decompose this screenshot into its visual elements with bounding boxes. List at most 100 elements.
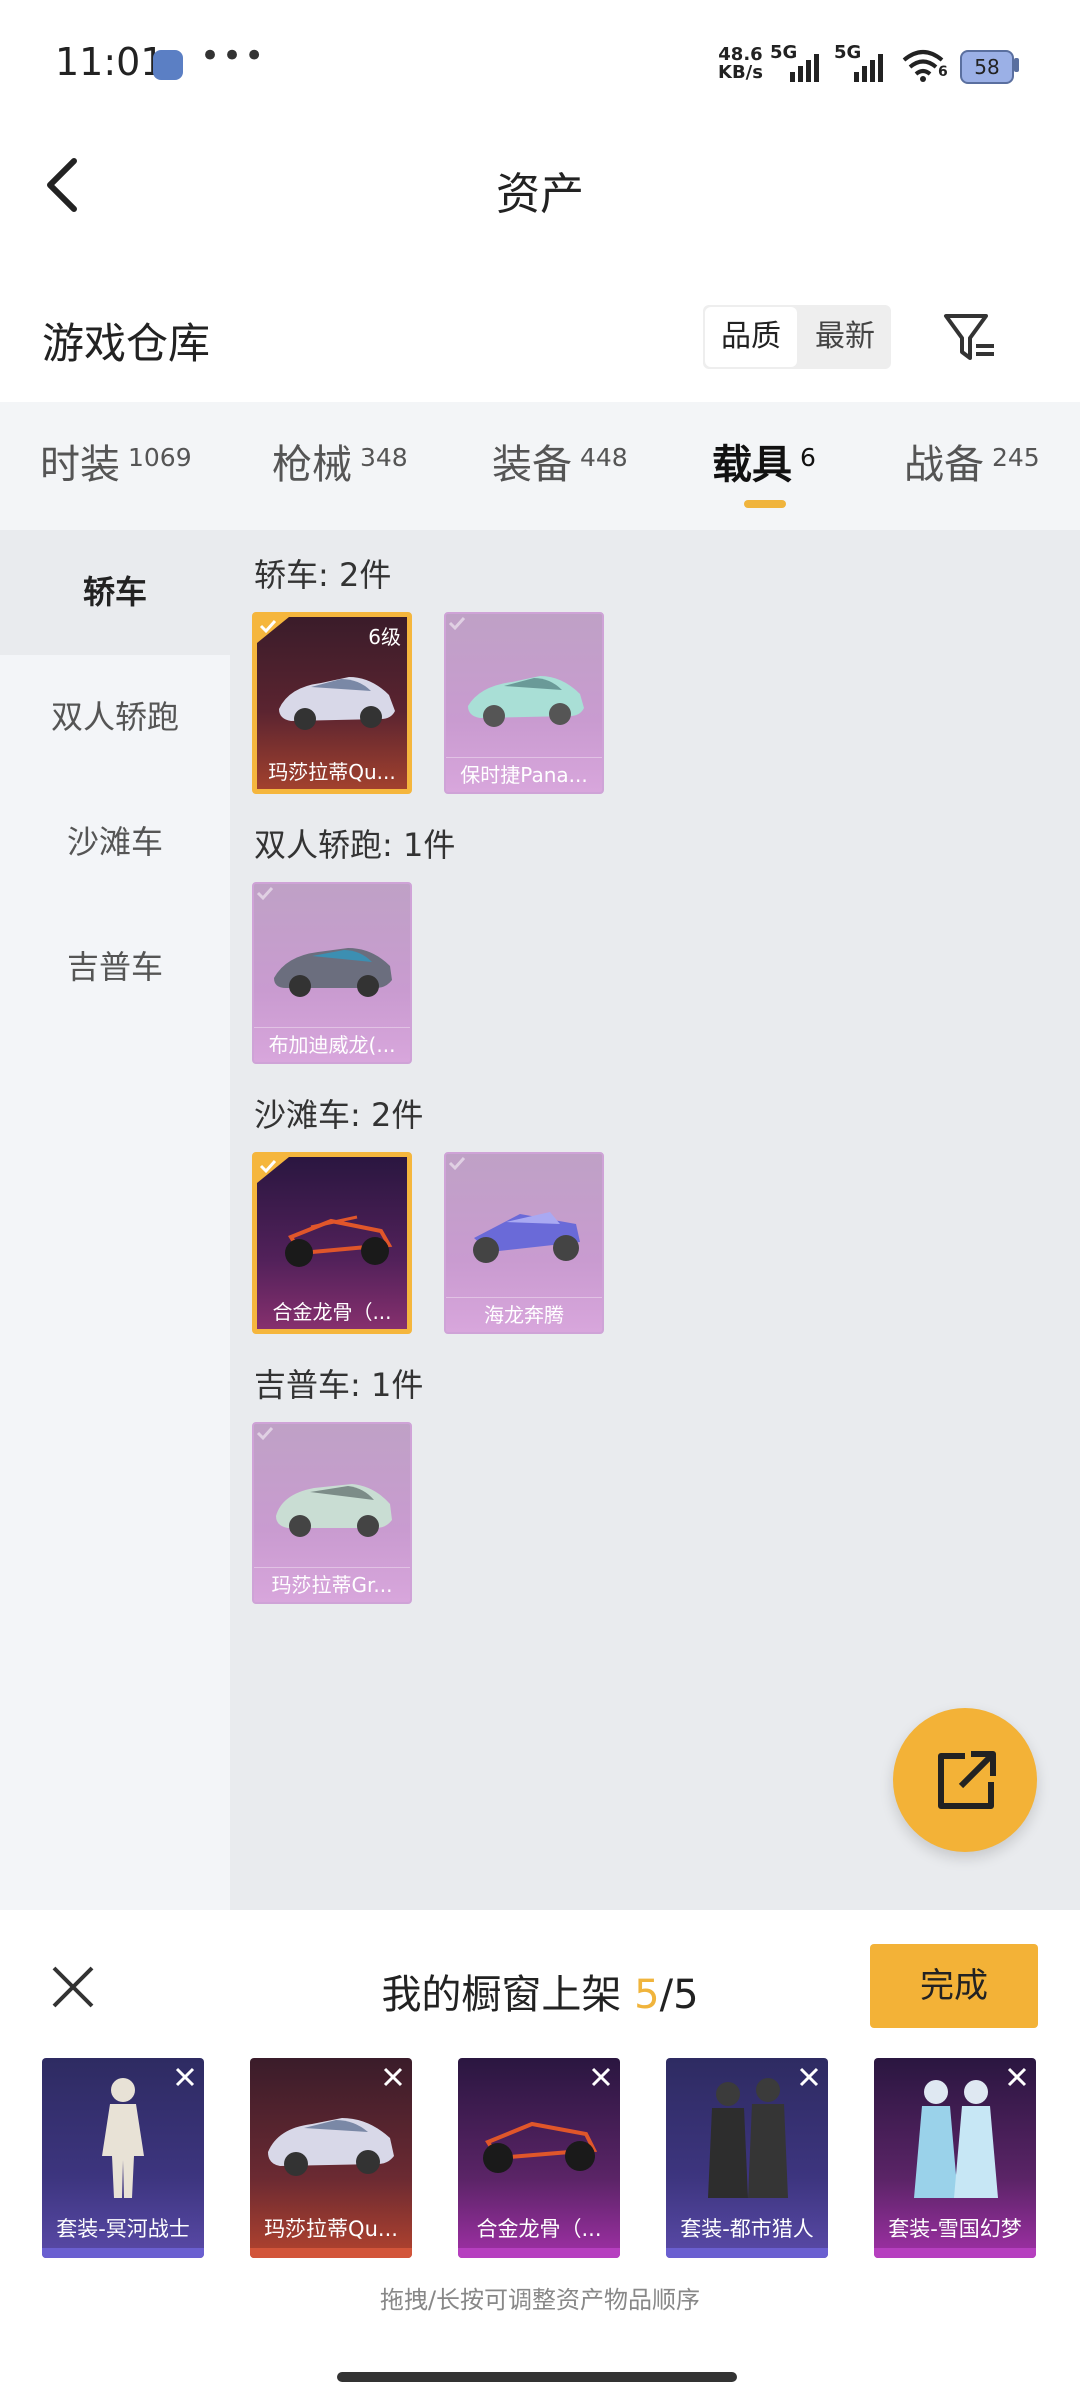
sort-toggle: 品质 最新 [703,305,891,369]
app-notification-icon [153,50,183,80]
tab-count: 6 [800,443,816,472]
showcase-sheet: 我的橱窗上架 5/5 完成 套装-冥河战士 玛莎拉蒂Qu... 合金龙骨（... [0,1910,1080,2400]
filter-icon[interactable] [940,308,1000,368]
share-button[interactable] [893,1708,1037,1852]
showcase-item-name: 合金龙骨（... [476,2217,602,2241]
vehicle-name: 布加迪威龙(... [254,1027,410,1062]
vehicle-card[interactable]: 玛莎拉蒂Gr... [252,1422,412,1604]
rarity-bar [250,2248,412,2258]
tab-count: 245 [992,443,1040,472]
sidebar-item-coupe[interactable]: 双人轿跑 [0,655,230,780]
network-speed: 48.6 KB/s [718,46,763,82]
tab-label: 装备 [492,442,572,488]
buggy-image [473,1212,580,1263]
vehicle-card[interactable]: 6级 玛莎拉蒂Qu... [252,612,412,794]
active-tab-indicator [744,500,786,508]
warehouse-bar: 游戏仓库 品质 最新 [0,290,1080,400]
vehicle-name: 玛莎拉蒂Gr... [254,1567,410,1602]
tab-vehicles[interactable]: 载具 6 [712,432,816,490]
reorder-hint: 拖拽/长按可调整资产物品顺序 [379,2286,701,2314]
rarity-bar [42,2248,204,2258]
rarity-bar [666,2248,828,2258]
car-image [279,677,395,730]
status-bar: 11:01 ••• 48.6 KB/s 5G 5G 6 58 [0,0,1080,130]
showcase-item-name: 套装-都市猎人 [680,2217,814,2241]
tab-fashion[interactable]: 时装 1069 [40,432,192,490]
vehicle-name: 保时捷Pana... [446,757,602,792]
tab-count: 348 [360,443,408,472]
battery-icon: 58 [960,50,1014,84]
vehicle-name: 合金龙骨（... [272,1300,392,1324]
app-header: 资产 [0,130,1080,240]
car-image [468,676,584,727]
sidebar-item-jeep[interactable]: 吉普车 [0,905,230,1030]
category-tabs: 时装 1069 枪械 348 装备 448 载具 6 战备 245 [0,402,1080,530]
remove-icon[interactable] [588,2064,614,2090]
showcase-slot[interactable]: 套装-都市猎人 [666,2058,828,2258]
remove-icon[interactable] [172,2064,198,2090]
sidebar-item-beach-buggy[interactable]: 沙滩车 [0,780,230,905]
vehicle-name: 海龙奔腾 [446,1297,602,1332]
tab-label: 枪械 [272,442,352,488]
showcase-item-name: 套装-雪国幻梦 [888,2217,1022,2241]
group-title-jeep: 吉普车: 1件 [254,1366,424,1404]
unselected-check-icon [256,886,274,901]
showcase-total: /5 [659,1972,699,2018]
selected-check-icon [257,1157,289,1183]
rarity-bar [458,2248,620,2258]
showcase-slot[interactable]: 合金龙骨（... [458,2058,620,2258]
network-speed-unit: KB/s [718,62,763,83]
remove-icon[interactable] [1004,2064,1030,2090]
sidebar-item-sedan[interactable]: 轿车 [0,530,230,655]
selected-check-icon [257,617,289,643]
tab-equipment[interactable]: 装备 448 [492,432,628,490]
signal-icon-2 [854,54,883,82]
showcase-title-text: 我的橱窗上架 [381,1972,635,2018]
tab-count: 1069 [128,443,192,472]
suv-image [276,1484,392,1537]
vehicle-card[interactable]: 布加迪威龙(... [252,882,412,1064]
vehicle-type-sidebar: 轿车 双人轿跑 沙滩车 吉普车 [0,530,230,1910]
showcase-count: 5 [634,1972,660,2018]
tab-weapons[interactable]: 枪械 348 [272,432,408,490]
remove-icon[interactable] [796,2064,822,2090]
showcase-item-name: 玛莎拉蒂Qu... [264,2217,398,2241]
tab-gear[interactable]: 战备 245 [904,432,1040,490]
unselected-check-icon [256,1426,274,1441]
group-title-coupe: 双人轿跑: 1件 [254,826,456,864]
vehicle-card[interactable]: 保时捷Pana... [444,612,604,794]
group-title-sedan: 轿车: 2件 [254,556,392,594]
sort-newest-button[interactable]: 最新 [799,305,891,369]
share-external-icon [938,1751,996,1809]
vehicle-name: 玛莎拉蒂Qu... [268,760,396,784]
battery-nub [1014,58,1019,72]
warehouse-title: 游戏仓库 [42,319,211,368]
showcase-slot[interactable]: 玛莎拉蒂Qu... [250,2058,412,2258]
more-notifications-icon: ••• [200,36,267,76]
tab-label: 载具 [712,442,792,488]
done-button[interactable]: 完成 [870,1944,1038,2028]
home-indicator[interactable] [337,2372,737,2382]
vehicle-card[interactable]: 海龙奔腾 [444,1152,604,1334]
rarity-bar [874,2248,1036,2258]
unselected-check-icon [448,616,466,631]
vehicle-level-badge: 6级 [368,625,401,649]
tab-label: 战备 [904,442,984,488]
signal-icon-1 [790,54,819,82]
sort-quality-button[interactable]: 品质 [705,307,797,367]
buggy-image [285,1215,393,1267]
wifi-number: 6 [938,64,948,80]
tab-label: 时装 [40,442,120,488]
group-title-beach-buggy: 沙滩车: 2件 [254,1096,424,1134]
tab-count: 448 [580,443,628,472]
vehicle-list: 轿车: 2件 6级 玛莎拉蒂Qu... 保时捷Pana... 双人轿跑: 1件 … [230,530,1080,1910]
showcase-slot[interactable]: 套装-冥河战士 [42,2058,204,2258]
unselected-check-icon [448,1156,466,1171]
car-image [274,948,392,997]
status-time: 11:01 [55,40,165,84]
vehicle-card[interactable]: 合金龙骨（... [252,1152,412,1334]
showcase-slot[interactable]: 套装-雪国幻梦 [874,2058,1036,2258]
page-title: 资产 [496,169,584,220]
remove-icon[interactable] [380,2064,406,2090]
showcase-item-name: 套装-冥河战士 [56,2217,190,2241]
